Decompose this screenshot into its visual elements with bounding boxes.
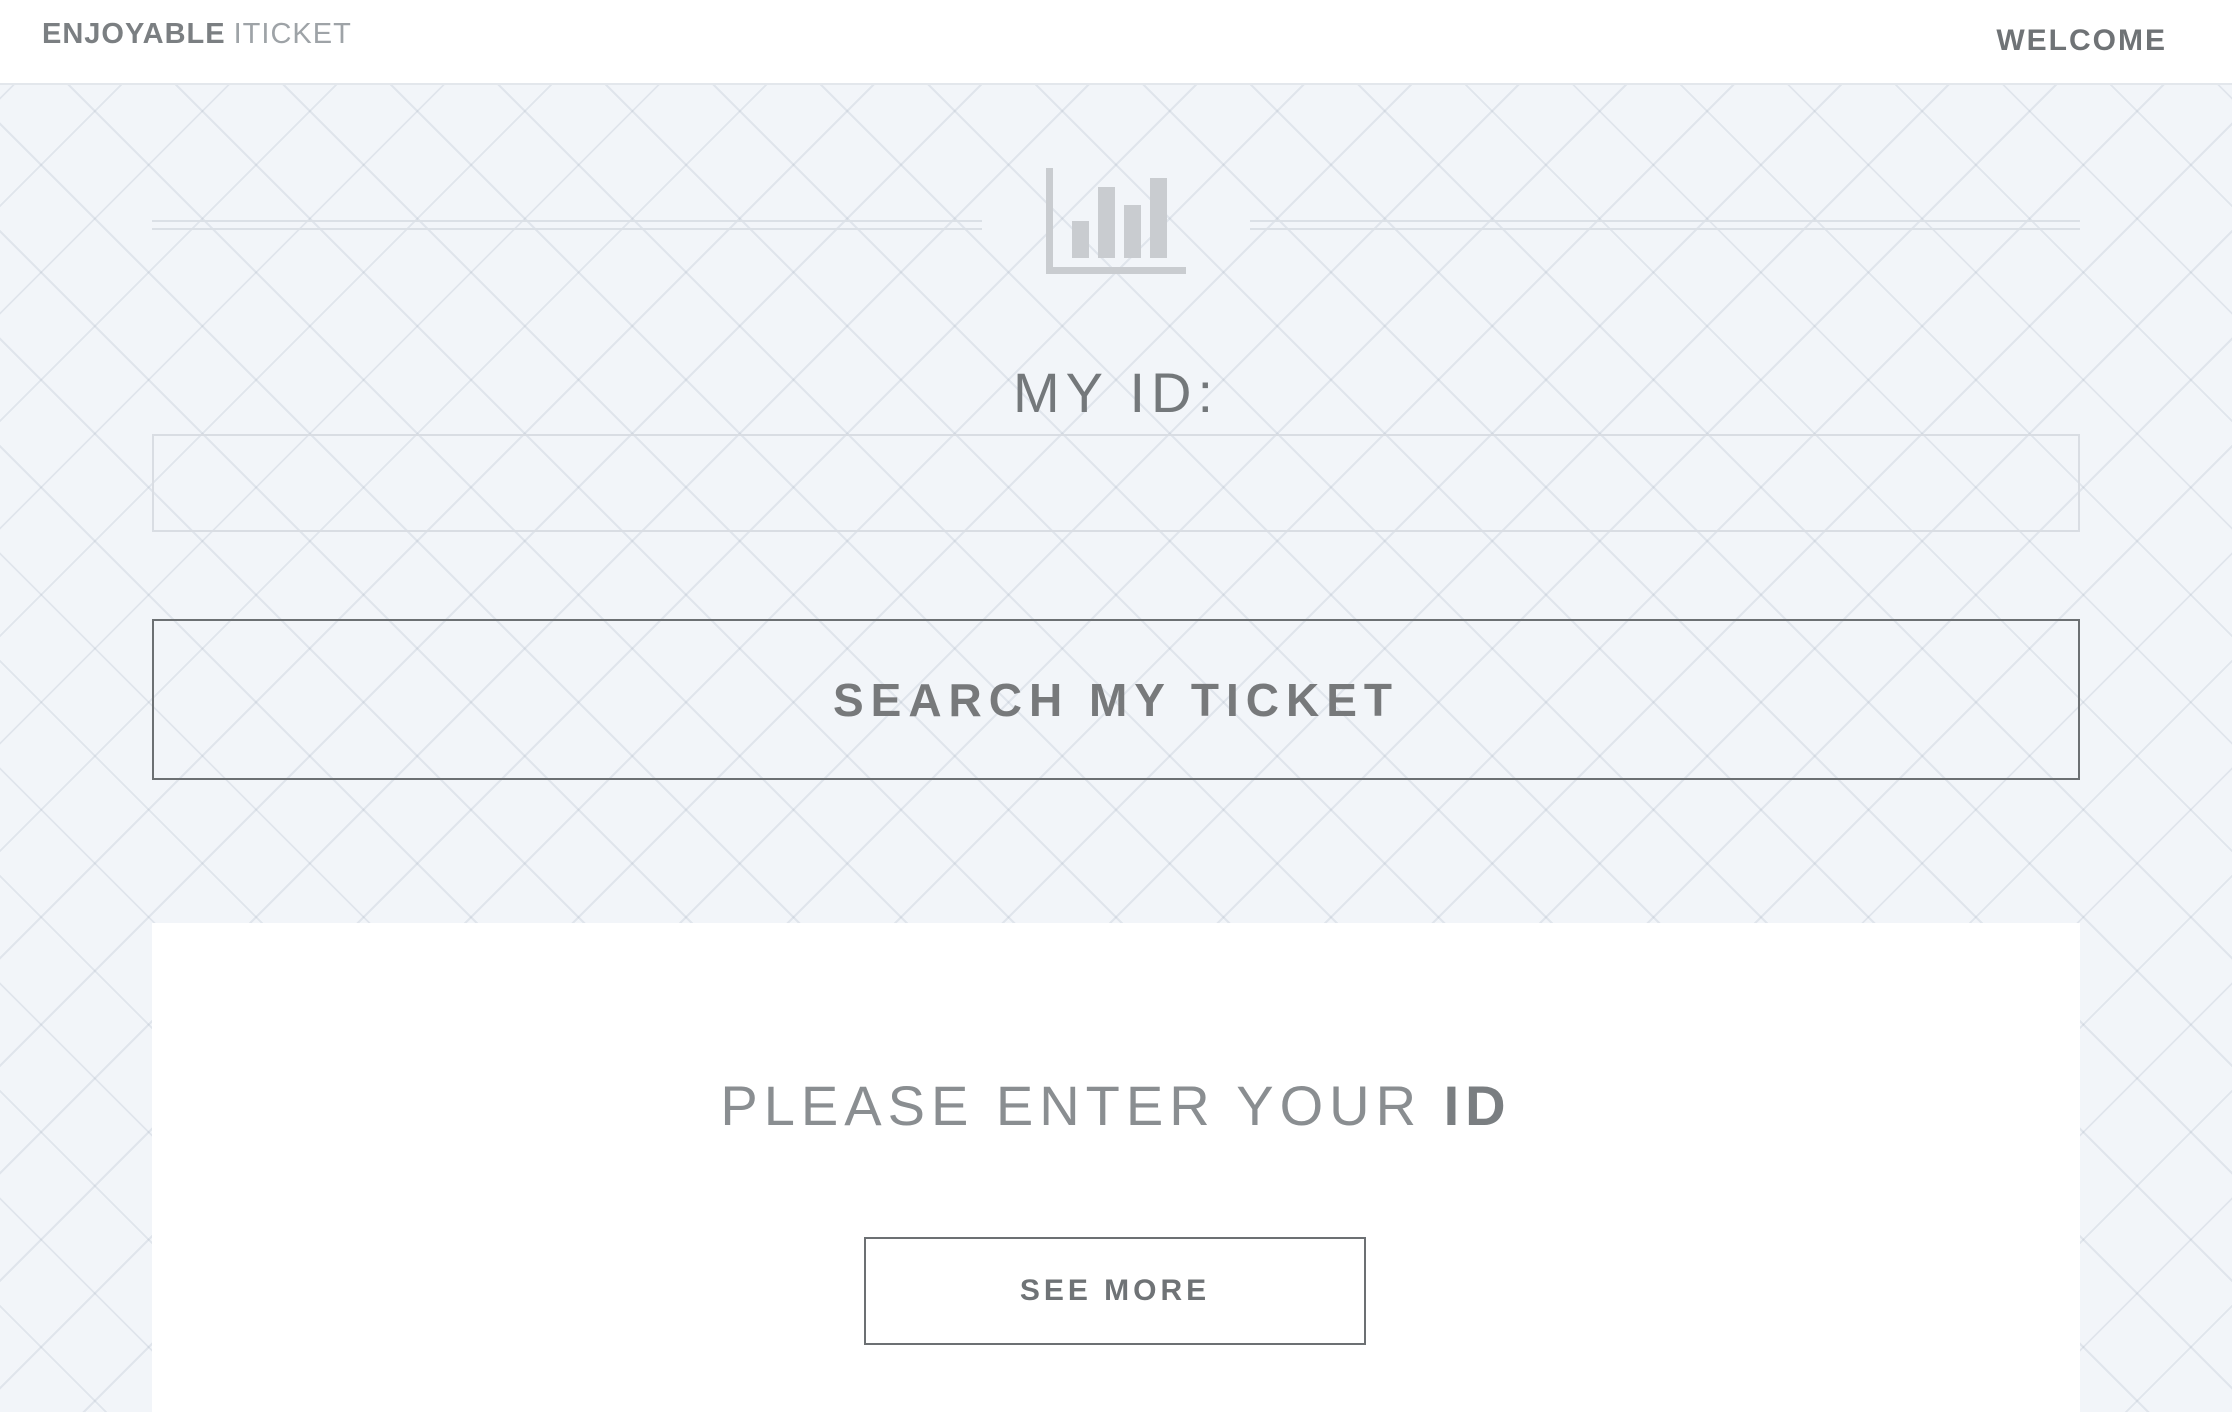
info-card: PLEASE ENTER YOUR ID SEE MORE [152, 923, 2080, 1412]
my-id-label: MY ID: [1012, 361, 1220, 424]
id-input[interactable] [152, 434, 2080, 532]
brand-name-light: ITICKET [233, 18, 352, 50]
brand-name-strong: ENJOYABLE [42, 18, 226, 50]
search-ticket-button[interactable]: SEARCH MY TICKET [152, 619, 2080, 780]
divider-right [1250, 220, 2080, 230]
see-more-button[interactable]: SEE MORE [864, 1237, 1366, 1345]
divider-left [152, 220, 982, 230]
enter-id-prompt: PLEASE ENTER YOUR ID [152, 1073, 2080, 1138]
bar-chart-icon [1046, 168, 1186, 274]
welcome-nav-link[interactable]: WELCOME [1996, 24, 2167, 58]
top-navbar: ENJOYABLE ITICKET WELCOME [0, 0, 2232, 85]
brand-logo[interactable]: ENJOYABLE ITICKET [42, 18, 352, 51]
prompt-text: PLEASE ENTER YOUR [720, 1074, 1444, 1137]
prompt-emphasis: ID [1443, 1074, 1512, 1137]
